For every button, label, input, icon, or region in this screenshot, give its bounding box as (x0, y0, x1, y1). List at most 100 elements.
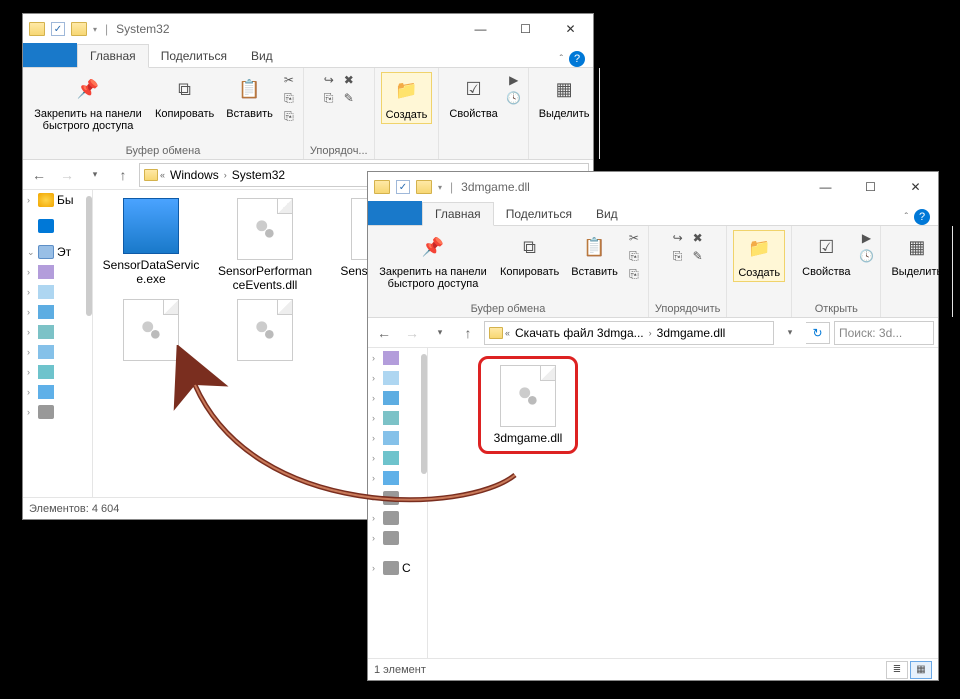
pictures-icon[interactable] (383, 411, 399, 425)
tab-share[interactable]: Поделиться (149, 45, 239, 67)
copyto-icon[interactable]: ⎘ (670, 248, 686, 264)
recent-button[interactable]: ▾ (83, 163, 107, 187)
ribbon-collapse-icon[interactable]: ˆ (560, 54, 563, 65)
forward-button[interactable]: → (400, 321, 424, 345)
music-icon[interactable] (38, 345, 54, 359)
details-view-button[interactable]: ≣ (886, 661, 908, 679)
close-button[interactable]: ✕ (893, 173, 938, 202)
downloads-icon[interactable] (38, 305, 54, 319)
new-folder-button[interactable]: 📁 Создать (381, 72, 433, 124)
open-icon[interactable]: ▶ (506, 72, 522, 88)
desktop-icon[interactable] (38, 385, 54, 399)
3d-objects-icon[interactable] (38, 365, 54, 379)
maximize-button[interactable]: ☐ (848, 173, 893, 202)
folder-open-icon[interactable] (416, 180, 432, 194)
tab-main[interactable]: Главная (422, 202, 494, 226)
cd-drive-icon[interactable] (383, 561, 399, 575)
delete-icon[interactable]: ✖ (341, 72, 357, 88)
pasteshortcut-icon[interactable]: ⎘ (626, 266, 642, 282)
file-item[interactable] (101, 299, 201, 361)
file-item[interactable]: SensorDataService.exe (101, 198, 201, 293)
minimize-button[interactable]: — (803, 173, 848, 202)
nav-pane[interactable]: ›Бы ⌄Эт › › › › › › › › (23, 190, 93, 497)
titlebar[interactable]: ✓ ▾ | System32 — ☐ ✕ (23, 14, 593, 44)
select-button[interactable]: ▦ Выделить (887, 230, 946, 280)
breadcrumb-seg[interactable]: Windows (167, 168, 222, 182)
moveto-icon[interactable]: ↪ (321, 72, 337, 88)
pasteshortcut-icon[interactable]: ⎘ (281, 108, 297, 124)
qat-props-icon[interactable]: ✓ (51, 22, 65, 36)
refresh-button[interactable]: ↻ (806, 322, 830, 344)
file-tab[interactable] (368, 201, 422, 225)
back-button[interactable]: ← (372, 321, 396, 345)
copyto-icon[interactable]: ⎘ (321, 90, 337, 106)
properties-button[interactable]: ☑ Свойства (798, 230, 854, 280)
back-button[interactable]: ← (27, 163, 51, 187)
address-bar[interactable]: « Скачать файл 3dmga... › 3dmgame.dll (484, 321, 774, 345)
cut-icon[interactable]: ✂ (626, 230, 642, 246)
videos-icon[interactable] (38, 265, 54, 279)
rename-icon[interactable]: ✎ (690, 248, 706, 264)
breadcrumb-seg[interactable]: Скачать файл 3dmga... (512, 326, 647, 340)
recent-button[interactable]: ▾ (428, 321, 452, 345)
cut-icon[interactable]: ✂ (281, 72, 297, 88)
nav-pane[interactable]: › › › › › › › › › › ›C (368, 348, 428, 658)
moveto-icon[interactable]: ↪ (670, 230, 686, 246)
history-icon[interactable]: 🕓 (506, 90, 522, 106)
qat-props-icon[interactable]: ✓ (396, 180, 410, 194)
open-icon[interactable]: ▶ (858, 230, 874, 246)
3d-objects-icon[interactable] (383, 451, 399, 465)
copypath-icon[interactable]: ⎘ (626, 248, 642, 264)
rename-icon[interactable]: ✎ (341, 90, 357, 106)
documents-icon[interactable] (383, 371, 399, 385)
documents-icon[interactable] (38, 285, 54, 299)
drive-icon[interactable] (383, 511, 399, 525)
search-input[interactable]: Поиск: 3d... (834, 321, 934, 345)
desktop-icon[interactable] (383, 471, 399, 485)
close-button[interactable]: ✕ (548, 15, 593, 44)
copy-button[interactable]: ⧉ Копировать (496, 230, 563, 280)
forward-button[interactable]: → (55, 163, 79, 187)
drive-icon[interactable] (383, 491, 399, 505)
maximize-button[interactable]: ☐ (503, 15, 548, 44)
breadcrumb-seg[interactable]: System32 (229, 168, 288, 182)
downloads-icon[interactable] (383, 391, 399, 405)
breadcrumb-seg[interactable]: 3dmgame.dll (654, 326, 729, 340)
file-list[interactable]: 3dmgame.dll (428, 348, 938, 658)
folder-open-icon[interactable] (71, 22, 87, 36)
tab-main[interactable]: Главная (77, 44, 149, 68)
help-icon[interactable]: ? (569, 51, 585, 67)
drive-icon[interactable] (383, 531, 399, 545)
new-folder-button[interactable]: 📁 Создать (733, 230, 785, 282)
help-icon[interactable]: ? (914, 209, 930, 225)
file-item[interactable] (215, 299, 315, 361)
music-icon[interactable] (383, 431, 399, 445)
delete-icon[interactable]: ✖ (690, 230, 706, 246)
file-item[interactable]: SensorPerformanceEvents.dll (215, 198, 315, 293)
history-icon[interactable]: 🕓 (858, 248, 874, 264)
qat-dropdown-icon[interactable]: ▾ (93, 25, 97, 34)
videos-icon[interactable] (383, 351, 399, 365)
file-item-highlighted[interactable]: 3dmgame.dll (478, 356, 578, 454)
titlebar[interactable]: ✓ ▾ | 3dmgame.dll — ☐ ✕ (368, 172, 938, 202)
qat-dropdown-icon[interactable]: ▾ (438, 183, 442, 192)
addr-dropdown-icon[interactable]: ▾ (778, 321, 802, 345)
paste-button[interactable]: 📋 Вставить (222, 72, 277, 122)
drive-icon[interactable] (38, 405, 54, 419)
icons-view-button[interactable]: ▦ (910, 661, 932, 679)
pictures-icon[interactable] (38, 325, 54, 339)
copy-button[interactable]: ⧉ Копировать (151, 72, 218, 122)
up-button[interactable]: ↑ (456, 321, 480, 345)
up-button[interactable]: ↑ (111, 163, 135, 187)
tab-share[interactable]: Поделиться (494, 203, 584, 225)
file-tab[interactable] (23, 43, 77, 67)
tab-view[interactable]: Вид (584, 203, 630, 225)
paste-button[interactable]: 📋 Вставить (567, 230, 622, 280)
minimize-button[interactable]: — (458, 15, 503, 44)
properties-button[interactable]: ☑ Свойства (445, 72, 501, 122)
pin-button[interactable]: 📌 Закрепить на панели быстрого доступа (29, 72, 147, 134)
pin-button[interactable]: 📌 Закрепить на панели быстрого доступа (374, 230, 492, 292)
select-button[interactable]: ▦ Выделить (535, 72, 594, 122)
tab-view[interactable]: Вид (239, 45, 285, 67)
copypath-icon[interactable]: ⎘ (281, 90, 297, 106)
